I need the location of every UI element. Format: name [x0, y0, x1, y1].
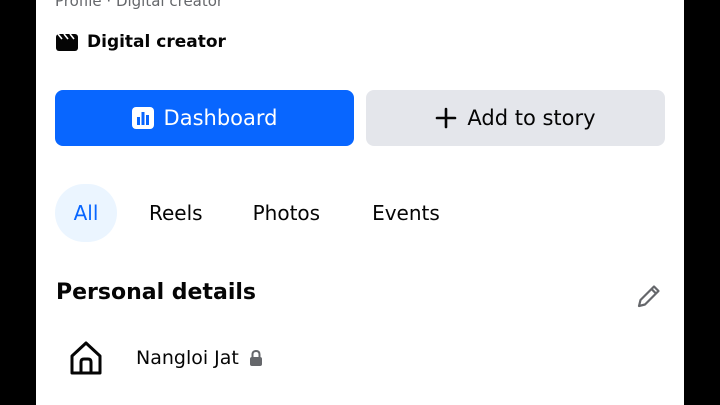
add-to-story-label: Add to story — [467, 106, 596, 130]
home-icon — [70, 341, 102, 375]
plus-icon — [436, 107, 457, 129]
content-tabs: All Reels Photos Events — [55, 184, 440, 242]
tab-reels[interactable]: Reels — [149, 184, 203, 242]
personal-details-title: Personal details — [56, 280, 257, 305]
profile-screen: Profile · Digital creator Digital creato… — [36, 0, 684, 405]
tab-all[interactable]: All — [55, 184, 117, 242]
profile-subtitle: Profile · Digital creator — [55, 0, 224, 10]
dashboard-icon — [131, 107, 154, 129]
dashboard-button[interactable]: Dashboard — [55, 90, 354, 146]
tab-events[interactable]: Events — [372, 184, 440, 242]
profile-category: Digital creator — [55, 32, 226, 52]
dashboard-label: Dashboard — [163, 106, 278, 130]
detail-row-location: Nangloi Jat — [66, 338, 263, 378]
clapperboard-icon — [56, 33, 78, 51]
category-label: Digital creator — [87, 32, 226, 52]
add-to-story-button[interactable]: Add to story — [366, 90, 665, 146]
location-label: Nangloi Jat — [136, 347, 239, 369]
pencil-icon[interactable] — [634, 281, 664, 311]
tab-photos[interactable]: Photos — [253, 184, 320, 242]
lock-icon — [249, 349, 262, 366]
